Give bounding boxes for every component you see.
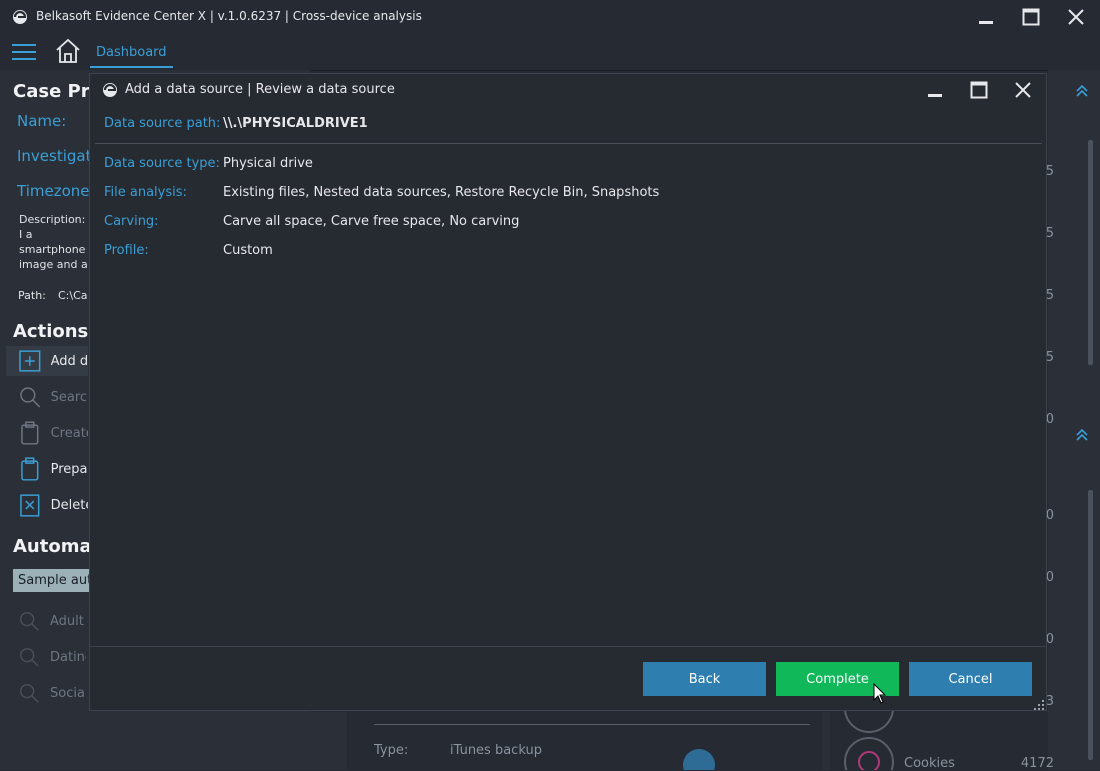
- maximize-button[interactable]: [1009, 2, 1053, 32]
- case-description: Description: I a smartphone image and a …: [19, 213, 88, 274]
- case-name-label: Name:: [17, 112, 67, 130]
- search-icon: [20, 684, 39, 703]
- scrollbar-thumb[interactable]: [1088, 490, 1093, 760]
- dialog-maximize-button[interactable]: [957, 76, 1001, 104]
- minimize-icon: [928, 94, 942, 97]
- file-analysis-label: File analysis:: [104, 185, 187, 200]
- app-logo-icon: [13, 10, 27, 24]
- automation-item-social[interactable]: Social: [18, 680, 88, 706]
- cookies-label: Cookies: [904, 756, 955, 771]
- dialog-minimize-button[interactable]: [913, 76, 957, 104]
- file-analysis-value: Existing files, Nested data sources, Res…: [223, 185, 660, 200]
- action-delete[interactable]: Delete: [6, 490, 88, 520]
- data-source-card: [347, 712, 822, 770]
- stat-count: 4172: [1020, 756, 1054, 770]
- tab-dashboard[interactable]: Dashboard: [90, 36, 173, 68]
- app-logo-icon: [103, 83, 117, 97]
- profile-value: Custom: [223, 243, 273, 258]
- cancel-button[interactable]: Cancel: [909, 662, 1032, 696]
- automation-item-adult[interactable]: Adult: [18, 608, 88, 634]
- action-add-data-source[interactable]: Add d: [6, 346, 88, 376]
- action-label: Create: [50, 425, 88, 441]
- path-label: Path:: [18, 289, 46, 302]
- close-icon: [1015, 82, 1031, 98]
- action-label: Add d: [50, 353, 88, 369]
- dialog-close-button[interactable]: [1001, 76, 1045, 104]
- clipboard-icon: [21, 457, 39, 481]
- window-title: Belkasoft Evidence Center X | v.1.0.6237…: [36, 9, 422, 23]
- automation-label: Dating: [50, 649, 86, 665]
- ios-icon: [683, 749, 715, 770]
- action-label: Search: [50, 389, 88, 405]
- profile-label: Profile:: [104, 243, 149, 258]
- automation-label: Adult: [50, 613, 84, 629]
- divider: [95, 143, 1042, 144]
- collapse-up-icon[interactable]: [1075, 428, 1089, 442]
- carving-label: Carving:: [104, 214, 159, 229]
- back-button[interactable]: Back: [643, 662, 766, 696]
- automation-heading: Automat: [13, 536, 101, 557]
- minimize-icon: [979, 21, 993, 24]
- dialog-title: Add a data source | Review a data source: [125, 82, 395, 97]
- type-label: Type:: [374, 743, 409, 758]
- carving-value: Carve all space, Carve free space, No ca…: [223, 214, 520, 229]
- mouse-cursor-icon: [873, 683, 887, 704]
- maximize-icon: [1022, 8, 1040, 26]
- automation-label: Social: [50, 685, 86, 701]
- add-data-source-dialog: Add a data source | Review a data source…: [89, 73, 1047, 711]
- hamburger-icon[interactable]: [12, 43, 36, 61]
- automation-chip[interactable]: Sample auto: [13, 569, 93, 592]
- search-icon: [20, 648, 39, 667]
- clipboard-icon: [21, 421, 39, 445]
- home-icon[interactable]: [54, 37, 82, 65]
- delete-icon: [20, 494, 40, 517]
- data-source-type-label: Data source type:: [104, 156, 220, 171]
- footer-divider: [90, 646, 1046, 647]
- search-icon: [20, 387, 41, 408]
- action-label: Prepar: [50, 461, 88, 477]
- close-button[interactable]: [1054, 2, 1098, 32]
- scrollbar-thumb[interactable]: [1088, 140, 1093, 365]
- add-icon: [19, 350, 41, 372]
- collapse-up-icon[interactable]: [1075, 84, 1089, 98]
- type-value: iTunes backup: [450, 743, 542, 758]
- close-icon: [1068, 9, 1084, 25]
- automation-item-dating[interactable]: Dating: [18, 644, 88, 670]
- minimize-button[interactable]: [964, 2, 1008, 32]
- path-value: C:\Ca: [58, 289, 88, 302]
- data-source-type-value: Physical drive: [223, 156, 313, 171]
- resize-grip-icon[interactable]: [1034, 700, 1044, 710]
- timezone-label: Timezone:: [17, 182, 95, 200]
- divider: [374, 724, 810, 725]
- actions-heading: Actions: [13, 321, 89, 342]
- data-source-path-value: \\.\PHYSICALDRIVE1: [223, 116, 368, 131]
- action-create[interactable]: Create: [6, 418, 88, 448]
- action-search[interactable]: Search: [6, 382, 88, 412]
- action-prepare[interactable]: Prepar: [6, 454, 88, 484]
- action-label: Delete: [50, 497, 88, 513]
- search-icon: [20, 612, 39, 631]
- maximize-icon: [970, 81, 988, 99]
- data-source-path-label: Data source path:: [104, 116, 221, 131]
